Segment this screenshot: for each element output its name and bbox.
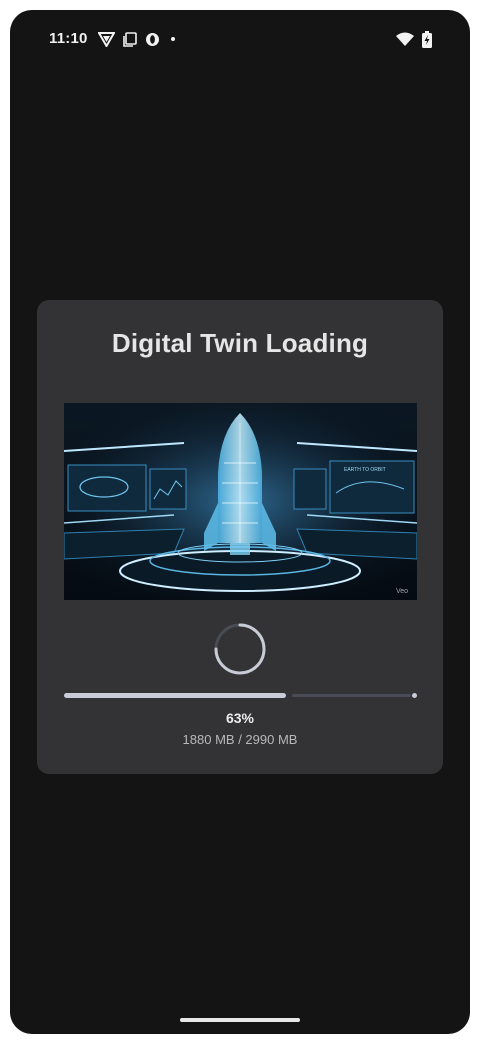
- status-icons-right: [396, 30, 432, 48]
- dialog-title: Digital Twin Loading: [111, 328, 369, 358]
- status-time: 11:10: [49, 30, 88, 47]
- loading-spinner: [213, 622, 267, 676]
- circle-app-icon: [145, 32, 160, 47]
- home-indicator[interactable]: [180, 1018, 300, 1022]
- phone-screen: 11:10 Digital Twin Loading EARTH TO ORBI…: [10, 10, 470, 1034]
- download-progress-bar: [64, 693, 417, 698]
- progress-size-label: 1880 MB / 2990 MB: [182, 732, 298, 747]
- progress-percent: 63%: [225, 710, 255, 726]
- watermark-text: Veo: [396, 588, 408, 595]
- progress-remaining: [292, 694, 411, 697]
- progress-end-dot: [412, 693, 417, 698]
- screenshot-icon: [123, 31, 137, 47]
- battery-charging-icon: [422, 30, 432, 48]
- vpn-shield-icon: [98, 31, 115, 47]
- loading-dialog: Digital Twin Loading EARTH TO ORBIT Veo …: [37, 300, 443, 774]
- progress-fill: [64, 693, 286, 698]
- wifi-icon: [396, 32, 414, 46]
- digital-twin-preview-image: EARTH TO ORBIT Veo: [64, 403, 417, 600]
- status-icons-left: [98, 30, 178, 48]
- dot-icon: [168, 34, 178, 44]
- screen-panel-label: EARTH TO ORBIT: [344, 467, 386, 473]
- status-bar: 11:10: [10, 10, 470, 66]
